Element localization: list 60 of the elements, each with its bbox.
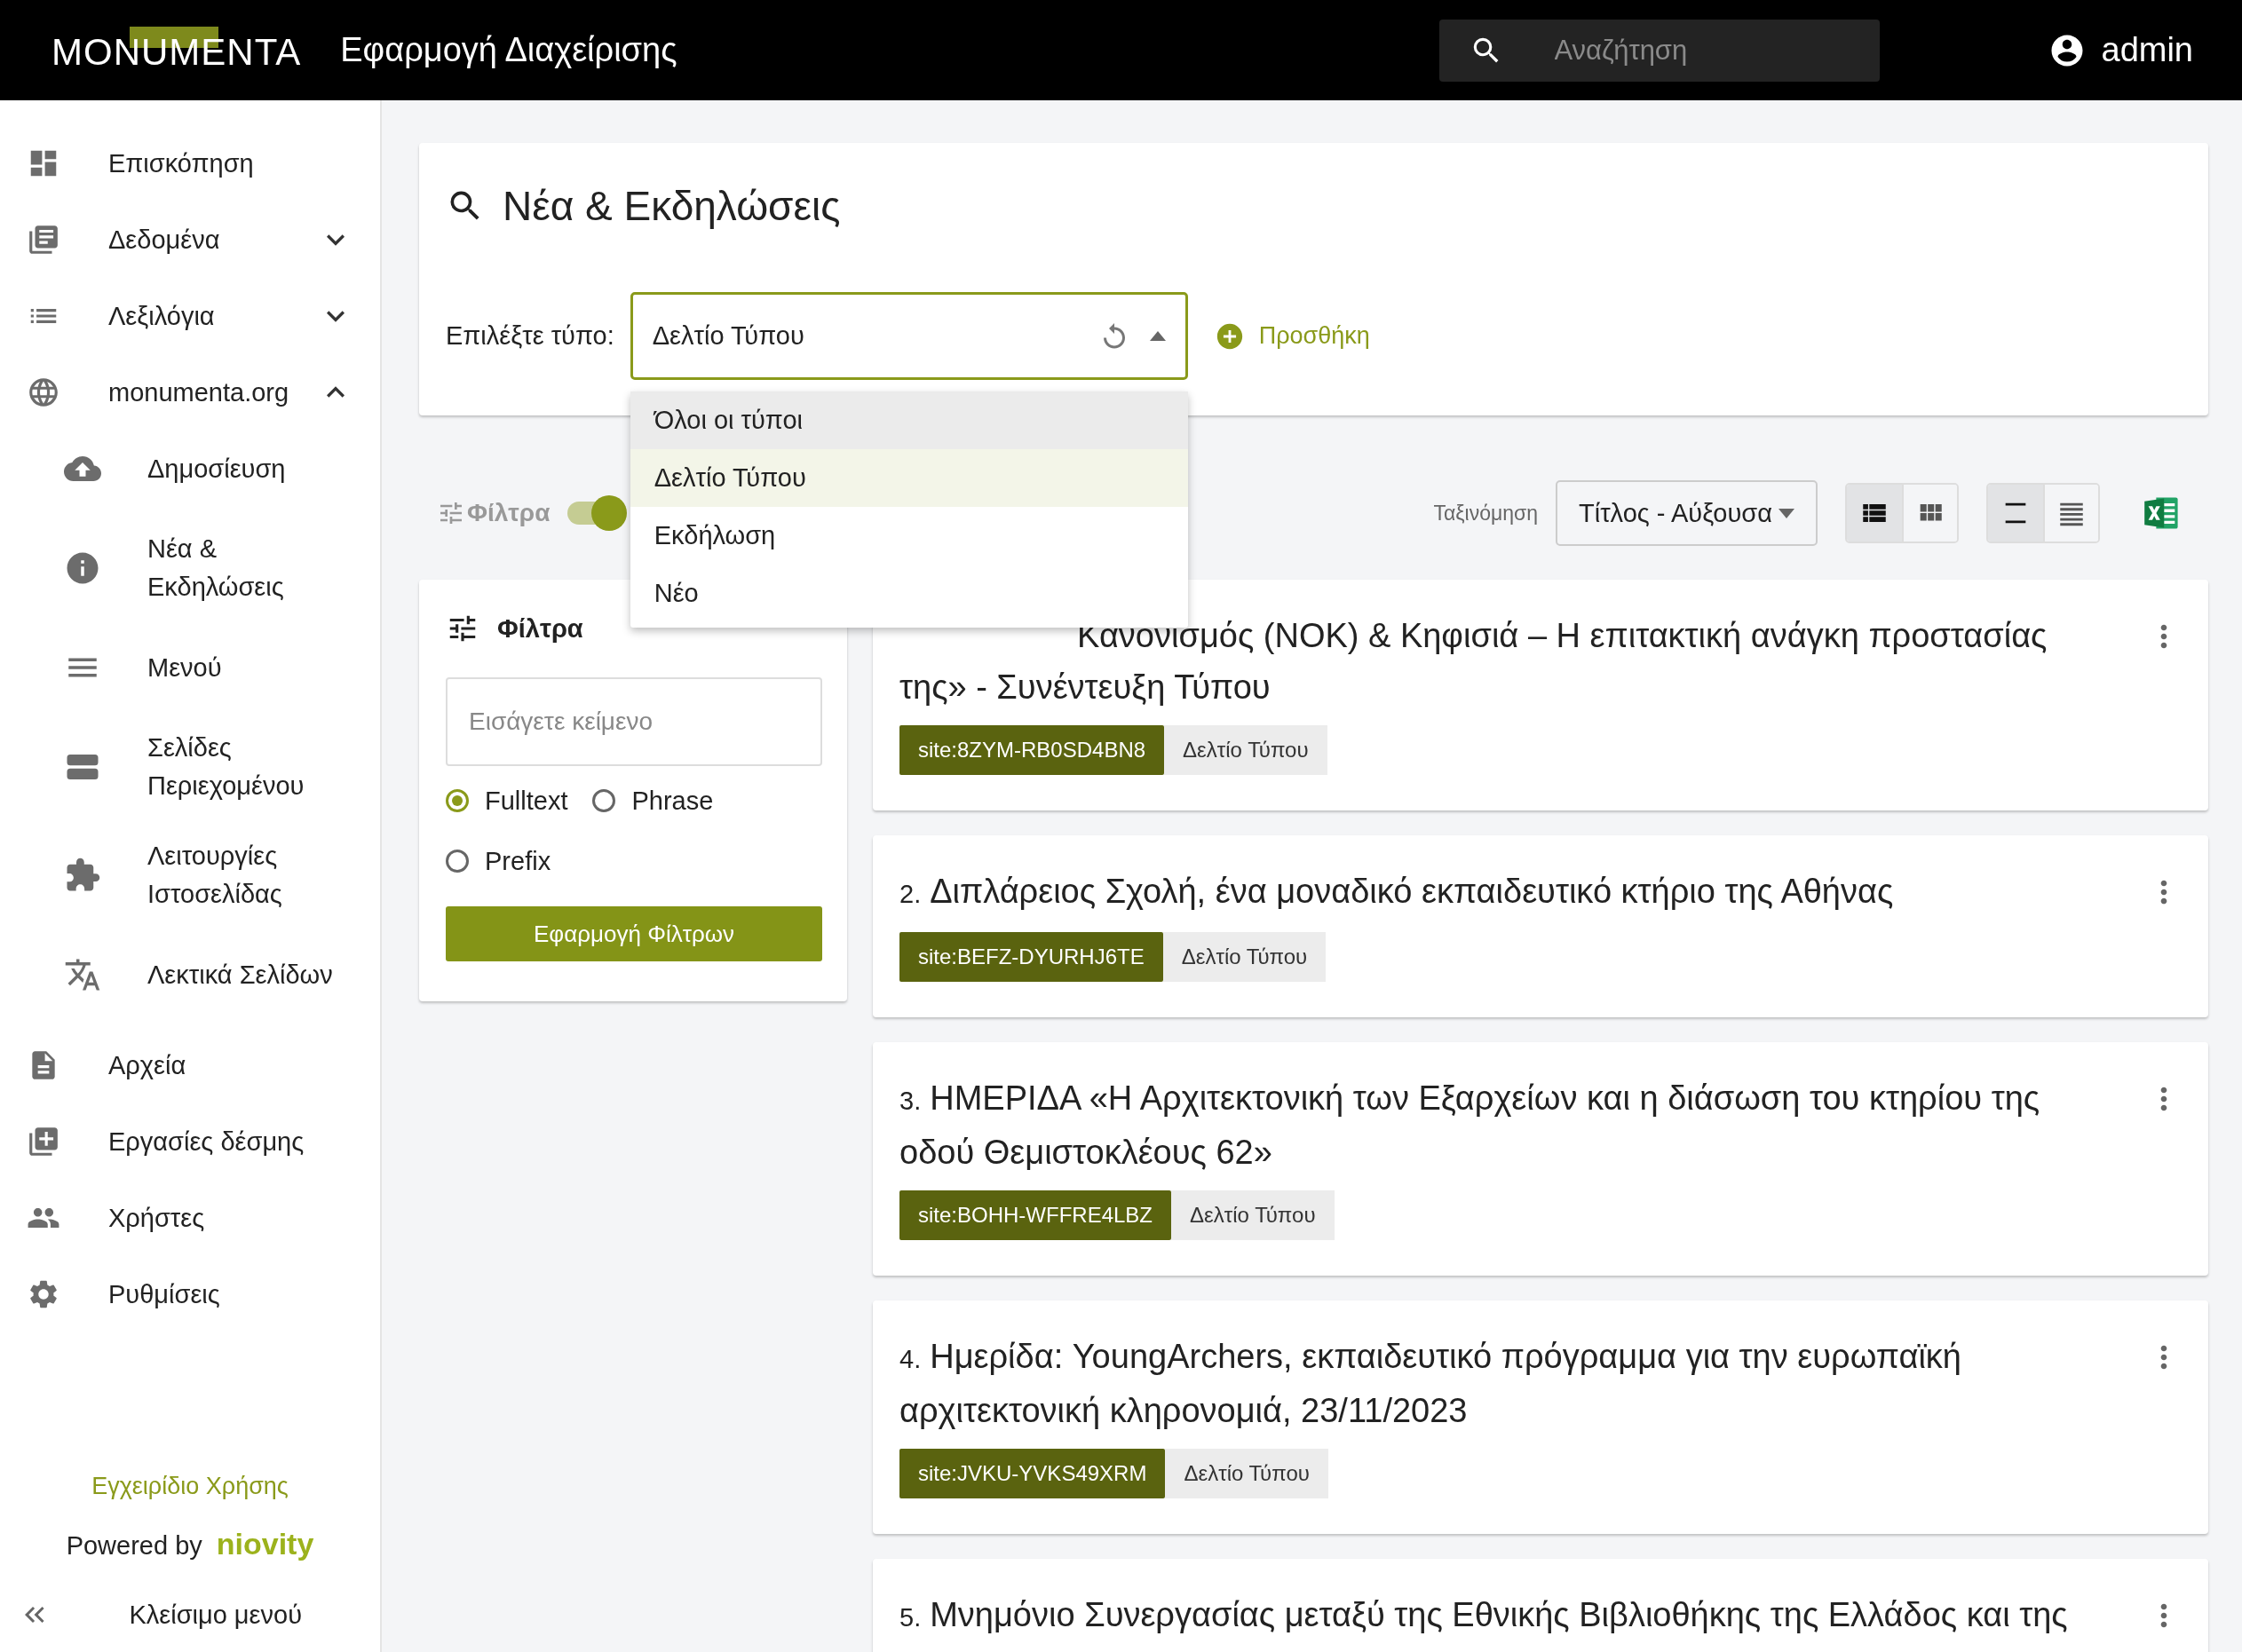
app-title: Εφαρμογή Διαχείρισης (340, 31, 677, 69)
dense-rows-button[interactable] (2043, 485, 2098, 541)
filters-title: Φίλτρα (497, 613, 583, 644)
site-id-tag: site:8ZYM-RB0SD4BN8 (899, 725, 1165, 775)
filters-label: Φίλτρα (467, 499, 551, 527)
nav-item[interactable]: Επισκόπηση (0, 125, 380, 202)
collapse-menu-button[interactable]: Κλείσιμο μενού (0, 1588, 380, 1641)
page-title: Νέα & Εκδηλώσεις (503, 182, 841, 230)
nav-item[interactable]: Μενού (0, 629, 380, 706)
list-view-button[interactable] (1847, 485, 1902, 541)
logo[interactable]: MONUMENTA (51, 26, 302, 75)
result-title[interactable]: 4. Ημερίδα: YoungArchers, εκπαιδευτικό πρόγραμμα για την ευρωπαϊκή αρχιτεκτονική κληρονομιά, 23/11/2023 (899, 1331, 2080, 1436)
nav-item[interactable]: Αρχεία (0, 1027, 380, 1103)
nav-item[interactable]: Δεδομένα (0, 202, 380, 278)
sort-select[interactable]: Τίτλος - Αύξουσα (1556, 480, 1818, 546)
nav-item[interactable]: Εργασίες δέσμης (0, 1103, 380, 1180)
type-tag: Δελτίο Τύπου (1164, 725, 1327, 775)
type-tag: Δελτίο Τύπου (1165, 1449, 1328, 1498)
result-card[interactable]: 2. Διπλάρειος Σχολή, ένα μοναδικό εκπαιδευτικό κτήριο της Αθήνας site:BEFZ-DYURHJ6TE Δελτίο Τύπου (873, 835, 2208, 1017)
nav-item[interactable]: Νέα & Εκδηλώσεις (0, 521, 380, 615)
dropdown-option[interactable]: Εκδήλωση (630, 507, 1188, 565)
globe-icon (27, 375, 60, 409)
result-title[interactable]: 3. ΗΜΕΡΙΔΑ «Η Αρχιτεκτονική των Εξαρχείων και η διάσωση του κτηρίου της οδού Θεμιστοκλέους 62» (899, 1072, 2080, 1178)
spaced-rows-button[interactable] (1988, 485, 2043, 541)
text-input[interactable]: Εισάγετε κείμενο (446, 677, 822, 766)
nav-item[interactable]: Λεκτικά Σελίδων (0, 937, 380, 1013)
site-id-tag: site:BEFZ-DYURHJ6TE (899, 932, 1163, 982)
nav-item[interactable]: Λεξιλόγια (0, 278, 380, 354)
library-icon (27, 223, 60, 257)
radio-option[interactable]: Fulltext (446, 780, 568, 821)
search-field[interactable]: Αναζήτηση (1438, 19, 1880, 82)
radio-option[interactable]: Prefix (446, 841, 551, 881)
nav-item[interactable]: monumenta.org (0, 354, 380, 431)
dropdown-option[interactable]: Δελτίο Τύπου (630, 449, 1188, 507)
site-id-tag: site:JVKU-YVKS49XRM (899, 1449, 1166, 1498)
user-menu[interactable]: admin (2048, 31, 2193, 69)
add-library-icon (27, 1125, 60, 1158)
site-id-tag: site:BOHH-WFFRE4LBZ (899, 1190, 1172, 1240)
result-title[interactable]: 2. Διπλάρειος Σχολή, ένα μοναδικό εκπαιδευτικό κτήριο της Αθήνας (899, 866, 2080, 920)
type-select[interactable]: Δελτίο Τύπου (630, 292, 1188, 380)
type-label: Επιλέξτε τύπο: (446, 321, 614, 351)
radio-option[interactable]: Phrase (592, 780, 714, 821)
result-card[interactable]: 4. Ημερίδα: YoungArchers, εκπαιδευτικό πρόγραμμα για την ευρωπαϊκή αρχιτεκτονική κληρονομιά, 23/11/2023 site:JVKU-YVKS49XRM Δελτίο Τύπου (873, 1300, 2208, 1534)
nav-item[interactable]: Σελίδες Περιεχομένου (0, 720, 380, 814)
type-tag: Δελτίο Τύπου (1162, 932, 1327, 982)
result-card[interactable]: 5. Μνημόνιο Συνεργασίας μεταξύ της Εθνικής Βιβλιοθήκης της Ελλάδος και της (873, 1559, 2208, 1652)
nav-item[interactable]: Ρυθμίσεις (0, 1256, 380, 1332)
dropdown-option[interactable]: Όλοι οι τύποι (630, 391, 1188, 449)
nav-item[interactable]: Χρήστες (0, 1180, 380, 1256)
nav-item[interactable]: Λειτουργίες Ιστοσελίδας (0, 828, 380, 922)
nav-item[interactable]: Δημοσίευση (0, 431, 380, 507)
caret-down-icon (1779, 508, 1794, 518)
grid-view-button[interactable] (1902, 485, 1957, 541)
powered-by-text: Powered by (66, 1531, 202, 1561)
sort-label: Ταξινόμηση (1433, 501, 1538, 526)
result-title[interactable]: 5. Μνημόνιο Συνεργασίας μεταξύ της Εθνικής Βιβλιοθήκης της Ελλάδος και της (899, 1589, 2080, 1643)
dropdown-option[interactable]: Νέο (630, 565, 1188, 622)
result-card[interactable]: Κανονισμός (ΝΟΚ) & Κηφισιά – Η επιτακτική ανάγκη προστασίας της» - Συνέντευξη Τύπου site:8ZYM-RB0SD4BN8 Δελτίο Τύπου (873, 580, 2208, 810)
result-card[interactable]: 3. ΗΜΕΡΙΔΑ «Η Αρχιτεκτονική των Εξαρχείων και η διάσωση του κτηρίου της οδού Θεμιστοκλέους 62» site:BOHH-WFFRE4LBZ Δελτίο Τύπου (873, 1042, 2208, 1276)
type-tag: Δελτίο Τύπου (1171, 1190, 1335, 1240)
